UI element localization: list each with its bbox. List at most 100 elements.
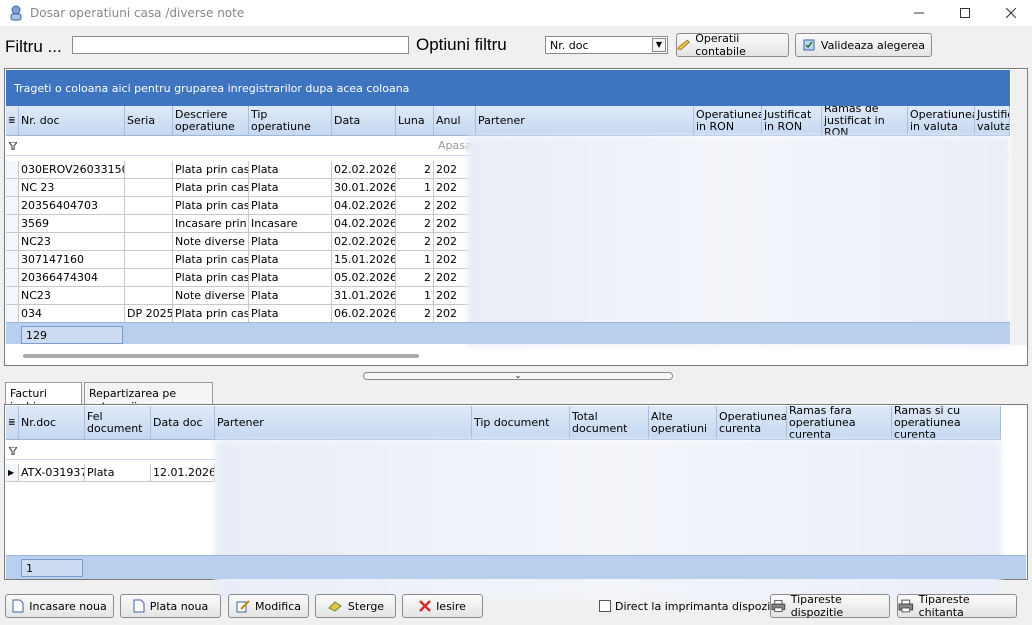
table-row[interactable]: 20366474304 Plata prin casa Plata 05.02.202… <box>6 269 476 287</box>
table-cell[interactable]: Note diverse <box>173 287 249 305</box>
col-fel-document[interactable]: Fel document <box>85 406 151 439</box>
col-operatiunea-curenta[interactable]: Operatiunea curenta <box>717 406 787 439</box>
col-data-doc[interactable]: Data doc <box>151 406 215 439</box>
row-indicator[interactable] <box>6 287 19 305</box>
table-cell[interactable]: NC23 <box>19 287 125 305</box>
filter-field-select[interactable]: Nr. doc ▼ <box>545 36 668 54</box>
table-cell[interactable]: Plata <box>249 161 332 179</box>
table-cell[interactable]: Plata <box>249 305 332 323</box>
col-ramas-cu[interactable]: Ramas si cu operatiunea curenta <box>892 406 1001 439</box>
table-cell[interactable] <box>125 251 173 269</box>
table-cell[interactable]: 20366474304 <box>19 269 125 287</box>
col-partener-detail[interactable]: Partener <box>215 406 472 439</box>
table-cell[interactable]: 034 <box>19 305 125 323</box>
table-cell[interactable]: 2 <box>396 305 434 323</box>
col-total-document[interactable]: Total document <box>570 406 649 439</box>
table-cell[interactable] <box>125 197 173 215</box>
table-cell[interactable]: 1 <box>396 287 434 305</box>
table-cell[interactable]: 31.01.2026 <box>332 287 396 305</box>
print-receipt-button[interactable]: Tipareste chitanta <box>897 593 1017 619</box>
row-indicator[interactable] <box>6 233 19 251</box>
table-cell[interactable]: NC23 <box>19 233 125 251</box>
column-chooser-icon[interactable]: ≣ <box>6 106 19 135</box>
table-cell[interactable]: Plata prin casa <box>173 161 249 179</box>
minimize-button[interactable] <box>896 0 942 26</box>
table-cell[interactable]: 30.01.2026 <box>332 179 396 197</box>
table-row[interactable]: NC23 Note diverse Plata 02.02.2026 2 202 <box>6 233 476 251</box>
panel-splitter[interactable]: ⌄ <box>363 372 673 380</box>
col-tip-operatiune[interactable]: Tip operatiune <box>249 106 332 135</box>
print-disposition-button[interactable]: Tipareste dispozitie <box>770 593 890 619</box>
tab-repartizarea[interactable]: Repartizarea pe categorii <box>84 382 213 413</box>
plata-noua-button[interactable]: Plata noua <box>120 594 221 618</box>
table-cell[interactable]: 2 <box>396 197 434 215</box>
maximize-button[interactable] <box>942 0 988 26</box>
table-cell[interactable]: ATX-031937! <box>19 464 85 482</box>
col-nr-doc-detail[interactable]: Nr.doc <box>19 406 85 439</box>
table-cell[interactable]: Plata prin casa <box>173 269 249 287</box>
col-nr-doc[interactable]: Nr. doc <box>19 106 125 135</box>
group-by-area[interactable]: Trageti o coloana aici pentru gruparea i… <box>6 70 1010 106</box>
table-cell[interactable]: Note diverse <box>173 233 249 251</box>
direct-print-checkbox[interactable] <box>599 600 611 612</box>
table-cell[interactable]: Plata <box>249 233 332 251</box>
filter-input[interactable] <box>72 36 409 54</box>
table-row[interactable]: 3569 Incasare prin c Incasare 04.02.2026 2 20… <box>6 215 476 233</box>
table-cell[interactable]: Plata <box>249 287 332 305</box>
row-indicator[interactable] <box>6 305 19 323</box>
table-cell[interactable]: 2 <box>396 161 434 179</box>
table-cell[interactable]: 04.02.2026 <box>332 197 396 215</box>
table-cell[interactable]: Incasare prin c <box>173 215 249 233</box>
table-row[interactable]: 030EROV260331501 Plata prin casa Plata 02.0… <box>6 161 476 179</box>
table-cell[interactable]: Plata <box>249 251 332 269</box>
col-tip-document[interactable]: Tip document <box>472 406 570 439</box>
table-cell[interactable]: Plata <box>85 464 151 482</box>
table-cell[interactable]: DP 2025 <box>125 305 173 323</box>
table-cell[interactable]: Incasare <box>249 215 332 233</box>
table-row[interactable]: 307147160 Plata prin casa Plata 15.01.2026 1… <box>6 251 476 269</box>
chevron-down-icon[interactable]: ▼ <box>652 38 666 52</box>
detail-column-chooser-icon[interactable]: ≣ <box>6 406 19 439</box>
table-cell[interactable]: Plata prin casa <box>173 179 249 197</box>
row-indicator[interactable] <box>6 197 19 215</box>
table-row[interactable]: 034 DP 2025 Plata prin casa Plata 06.02.2026… <box>6 305 476 323</box>
table-cell[interactable]: 307147160 <box>19 251 125 269</box>
table-row[interactable]: NC 23 Plata prin casa Plata 30.01.2026 1 202 <box>6 179 476 197</box>
current-row-indicator-icon[interactable]: ▶ <box>6 464 19 482</box>
col-seria[interactable]: Seria <box>125 106 173 135</box>
col-partener[interactable]: Partener <box>476 106 694 135</box>
vertical-scrollbar[interactable] <box>1011 70 1027 345</box>
tab-facturi-inchise[interactable]: Facturi inchise <box>5 382 82 413</box>
table-cell[interactable]: 2 <box>396 233 434 251</box>
table-cell[interactable]: 20356404703 <box>19 197 125 215</box>
col-descriere[interactable]: Descriere operatiune <box>173 106 249 135</box>
table-cell[interactable]: 04.02.2026 <box>332 215 396 233</box>
table-cell[interactable]: Plata prin casa <box>173 197 249 215</box>
table-cell[interactable]: 3569 <box>19 215 125 233</box>
table-cell[interactable]: Plata <box>249 197 332 215</box>
col-anul[interactable]: Anul <box>434 106 476 135</box>
sterge-button[interactable]: Sterge <box>315 594 396 618</box>
table-cell[interactable]: 12.01.2026 <box>151 464 215 482</box>
col-justificat-ron[interactable]: Justificat in RON <box>762 106 822 135</box>
table-cell[interactable] <box>125 287 173 305</box>
modifica-button[interactable]: Modifica <box>228 594 309 618</box>
table-cell[interactable]: 06.02.2026 <box>332 305 396 323</box>
detail-table-row[interactable]: ▶ ATX-031937! Plata 12.01.2026 <box>6 464 216 482</box>
col-luna[interactable]: Luna <box>396 106 434 135</box>
table-row[interactable]: 20356404703 Plata prin casa Plata 04.02.202… <box>6 197 476 215</box>
col-justific-valuta[interactable]: Justific valuta <box>975 106 1010 135</box>
table-cell[interactable]: Plata prin casa <box>173 305 249 323</box>
table-cell[interactable]: 02.02.2026 <box>332 233 396 251</box>
table-cell[interactable]: 15.01.2026 <box>332 251 396 269</box>
col-ramas-justificat[interactable]: Ramas de justificat in RON <box>822 106 908 135</box>
col-operatiunea-valuta[interactable]: Operatiunea in valuta <box>908 106 975 135</box>
table-cell[interactable] <box>125 179 173 197</box>
table-row[interactable]: NC23 Note diverse Plata 31.01.2026 1 202 <box>6 287 476 305</box>
table-cell[interactable]: 2 <box>396 215 434 233</box>
col-ramas-fara[interactable]: Ramas fara operatiunea curenta <box>787 406 892 439</box>
table-cell[interactable]: Plata <box>249 269 332 287</box>
table-cell[interactable] <box>125 215 173 233</box>
row-indicator[interactable] <box>6 251 19 269</box>
table-cell[interactable]: 1 <box>396 179 434 197</box>
